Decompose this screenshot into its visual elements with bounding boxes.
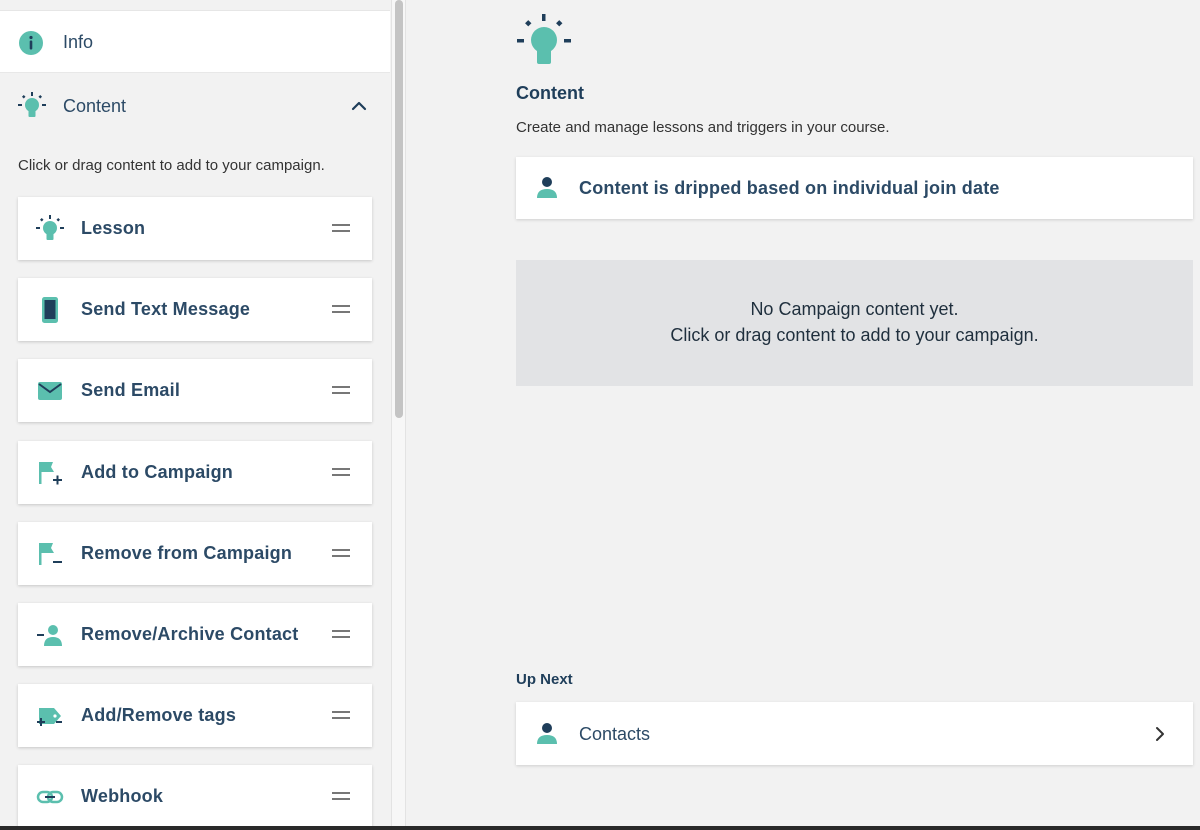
lightbulb-icon	[36, 215, 64, 243]
sidebar-scrollbar-thumb[interactable]	[395, 0, 403, 418]
sidebar-top-strip	[0, 0, 390, 11]
content-item-webhook[interactable]: Webhook	[18, 765, 372, 828]
next-step-contacts[interactable]: Contacts	[516, 702, 1193, 765]
drag-handle-icon[interactable]	[332, 468, 350, 478]
drag-handle-icon[interactable]	[332, 630, 350, 640]
content-item-label: Add/Remove tags	[81, 705, 237, 725]
empty-state-title: No Campaign content yet.	[750, 299, 959, 319]
drip-setting-card[interactable]: Content is dripped based on individual j…	[516, 157, 1193, 219]
page-title: Content	[516, 83, 584, 103]
content-item-send-email[interactable]: Send Email	[18, 359, 372, 422]
sidebar-item-label: Content	[63, 96, 127, 116]
sidebar-item-label: Info	[63, 32, 94, 52]
content-item-remove-archive-contact[interactable]: Remove/Archive Contact	[18, 603, 372, 666]
content-item-label: Lesson	[81, 218, 146, 238]
phone-icon	[36, 296, 64, 324]
content-item-label: Remove from Campaign	[81, 543, 293, 563]
sidebar-hint: Click or drag content to add to your cam…	[18, 157, 325, 174]
lightbulb-icon	[18, 92, 46, 120]
content-item-lesson[interactable]: Lesson	[18, 197, 372, 260]
info-icon	[18, 30, 44, 56]
content-item-add-to-campaign[interactable]: Add to Campaign	[18, 441, 372, 504]
content-item-label: Send Text Message	[81, 299, 251, 319]
drag-handle-icon[interactable]	[332, 386, 350, 396]
campaign-dropzone[interactable]: No Campaign content yet. Click or drag c…	[516, 260, 1193, 386]
up-next-label: Up Next	[516, 671, 573, 688]
drag-handle-icon[interactable]	[332, 711, 350, 721]
sidebar: Info Content Click or drag content to ad…	[0, 0, 392, 830]
person-icon	[536, 176, 558, 200]
lightbulb-icon	[516, 14, 572, 66]
person-icon	[536, 722, 558, 746]
content-item-remove-from-campaign[interactable]: Remove from Campaign	[18, 522, 372, 585]
chevron-right-icon[interactable]	[1150, 724, 1170, 744]
empty-state-hint: Click or drag content to add to your cam…	[670, 325, 1039, 345]
content-item-add-remove-tags[interactable]: Add/Remove tags	[18, 684, 372, 747]
content-item-label: Remove/Archive Contact	[81, 624, 299, 644]
drag-handle-icon[interactable]	[332, 792, 350, 802]
drag-handle-icon[interactable]	[332, 305, 350, 315]
window-bottom-edge	[0, 826, 1200, 830]
drag-handle-icon[interactable]	[332, 549, 350, 559]
page-subtitle: Create and manage lessons and triggers i…	[516, 119, 890, 136]
content-item-label: Send Email	[81, 380, 181, 400]
drag-handle-icon[interactable]	[332, 224, 350, 234]
sidebar-item-info[interactable]: Info	[0, 11, 390, 73]
sidebar-item-content[interactable]: Content	[0, 74, 390, 138]
flag-minus-icon	[36, 540, 64, 568]
chevron-up-icon[interactable]	[349, 96, 369, 116]
person-minus-icon	[36, 621, 64, 649]
envelope-icon	[36, 377, 64, 405]
link-icon	[36, 783, 64, 811]
content-item-send-text-message[interactable]: Send Text Message	[18, 278, 372, 341]
content-item-label: Add to Campaign	[81, 462, 233, 482]
tag-icon	[36, 702, 64, 730]
drip-setting-label: Content is dripped based on individual j…	[579, 178, 1000, 198]
next-step-label: Contacts	[579, 724, 651, 744]
flag-plus-icon	[36, 459, 64, 487]
content-item-label: Webhook	[81, 786, 164, 806]
